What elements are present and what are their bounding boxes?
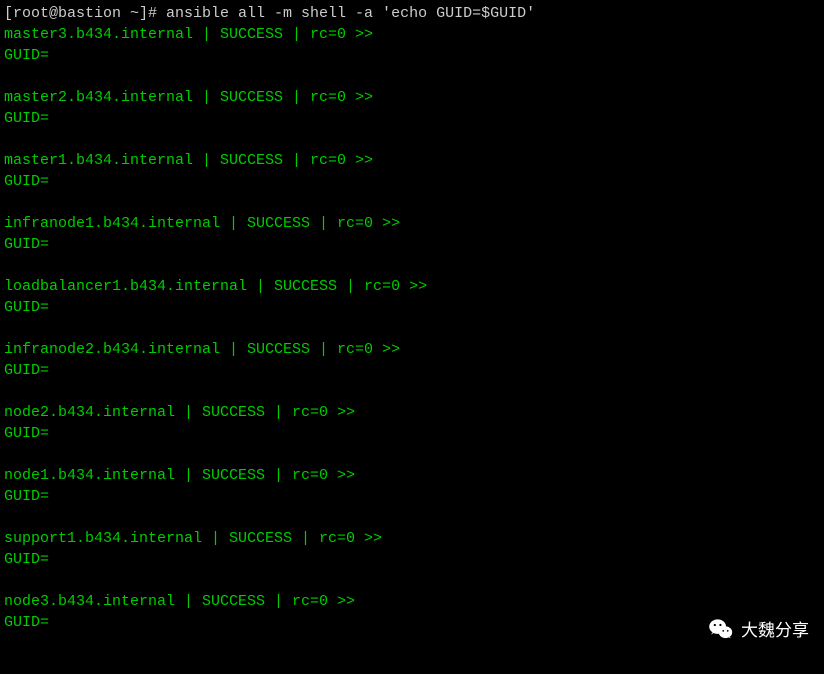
- blank-line: [4, 255, 820, 276]
- blank-line: [4, 381, 820, 402]
- host-guid-line: GUID=: [4, 171, 820, 192]
- host-guid-line: GUID=: [4, 423, 820, 444]
- watermark: 大魏分享: [707, 616, 809, 644]
- host-guid-line: GUID=: [4, 549, 820, 570]
- host-guid-line: GUID=: [4, 45, 820, 66]
- host-status-line: master2.b434.internal | SUCCESS | rc=0 >…: [4, 87, 820, 108]
- host-guid-line: GUID=: [4, 612, 820, 633]
- blank-line: [4, 570, 820, 591]
- host-guid-line: GUID=: [4, 297, 820, 318]
- host-status-line: master1.b434.internal | SUCCESS | rc=0 >…: [4, 150, 820, 171]
- wechat-icon: [707, 616, 735, 644]
- command-prompt: [root@bastion ~]# ansible all -m shell -…: [4, 3, 820, 24]
- host-guid-line: GUID=: [4, 108, 820, 129]
- host-guid-line: GUID=: [4, 486, 820, 507]
- blank-line: [4, 66, 820, 87]
- watermark-text: 大魏分享: [741, 620, 809, 641]
- host-status-line: infranode2.b434.internal | SUCCESS | rc=…: [4, 339, 820, 360]
- host-status-line: node2.b434.internal | SUCCESS | rc=0 >>: [4, 402, 820, 423]
- blank-line: [4, 129, 820, 150]
- blank-line: [4, 318, 820, 339]
- host-guid-line: GUID=: [4, 234, 820, 255]
- blank-line: [4, 192, 820, 213]
- host-status-line: loadbalancer1.b434.internal | SUCCESS | …: [4, 276, 820, 297]
- blank-line: [4, 444, 820, 465]
- blank-line: [4, 507, 820, 528]
- host-status-line: support1.b434.internal | SUCCESS | rc=0 …: [4, 528, 820, 549]
- host-status-line: master3.b434.internal | SUCCESS | rc=0 >…: [4, 24, 820, 45]
- host-status-line: node1.b434.internal | SUCCESS | rc=0 >>: [4, 465, 820, 486]
- terminal-output: master3.b434.internal | SUCCESS | rc=0 >…: [4, 24, 820, 633]
- host-status-line: infranode1.b434.internal | SUCCESS | rc=…: [4, 213, 820, 234]
- host-status-line: node3.b434.internal | SUCCESS | rc=0 >>: [4, 591, 820, 612]
- host-guid-line: GUID=: [4, 360, 820, 381]
